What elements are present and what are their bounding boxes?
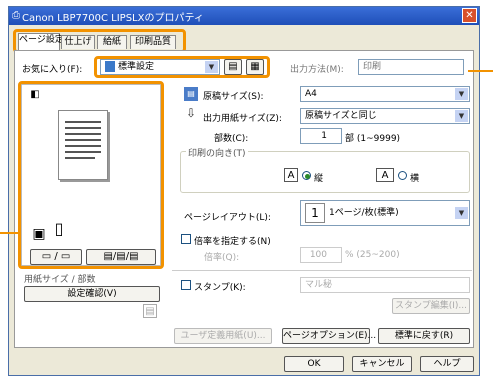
- output-size-icon: ⇩: [185, 106, 197, 120]
- close-icon: ✕: [465, 10, 474, 21]
- copies-label: 部数(C):: [214, 134, 249, 144]
- window-title: Canon LBP7700C LIPSLXのプロパティ: [22, 13, 204, 24]
- edit-stamp-button[interactable]: スタンプ編集(I)...: [392, 298, 470, 314]
- page-size-value: A4: [305, 89, 317, 99]
- output-method-value: 印刷: [363, 62, 382, 72]
- favorites-highlight: [94, 56, 270, 78]
- stamp-checkbox[interactable]: [181, 280, 191, 290]
- settings-list-icon[interactable]: ▤: [143, 304, 157, 318]
- page-layout-label: ページレイアウト(L):: [184, 213, 271, 223]
- preview-highlight: [18, 81, 164, 269]
- output-size-value: 原稿サイズと同じ: [305, 111, 377, 121]
- landscape-label: 横: [410, 174, 420, 184]
- chevron-down-icon: ▼: [455, 110, 468, 122]
- output-size-select[interactable]: 原稿サイズと同じ ▼: [300, 108, 470, 124]
- landscape-icon: A: [376, 168, 394, 182]
- output-size-label: 出力用紙サイズ(Z):: [203, 114, 282, 124]
- scale-stepper[interactable]: 100: [300, 247, 342, 263]
- close-button[interactable]: ✕: [462, 8, 477, 23]
- preview-callout-line: [0, 232, 18, 234]
- portrait-icon: A: [284, 168, 298, 182]
- chevron-down-icon: ▼: [455, 88, 468, 100]
- stamp-value: マル秘: [305, 280, 333, 290]
- scale-unit: % (25~200): [345, 250, 400, 260]
- check-settings-button[interactable]: 設定確認(V): [24, 286, 160, 302]
- output-method-label: 出力方法(M):: [290, 65, 344, 75]
- favorites-label: お気に入り(F):: [22, 65, 83, 75]
- page-options-button[interactable]: ページオプション(E)...: [282, 328, 376, 344]
- ok-button[interactable]: OK: [284, 356, 344, 372]
- page-layout-value: 1ページ/枚(標準): [329, 208, 399, 218]
- left-section-label: 用紙サイズ / 部数: [24, 275, 96, 285]
- custom-paper-button[interactable]: ユーザ定義用紙(U)...: [174, 328, 272, 344]
- help-button[interactable]: ヘルプ: [420, 356, 474, 372]
- output-method-select[interactable]: 印刷: [358, 59, 464, 75]
- landscape-radio[interactable]: [398, 171, 407, 180]
- stamp-label: スタンプ(K):: [194, 283, 246, 293]
- divider: [172, 270, 472, 271]
- portrait-radio[interactable]: [302, 171, 311, 180]
- page-size-icon: ▤: [184, 87, 198, 101]
- scale-value: 100: [309, 250, 327, 260]
- favorites-callout-line: [468, 70, 493, 72]
- printer-icon: ⎙: [12, 10, 20, 21]
- page-size-select[interactable]: A4 ▼: [300, 86, 470, 102]
- manual-scale-label: 倍率を指定する(N): [194, 237, 271, 247]
- scale-label: 倍率(Q):: [204, 253, 240, 263]
- manual-scale-checkbox[interactable]: [181, 234, 191, 244]
- page-layout-number: 1: [305, 202, 325, 223]
- cancel-button[interactable]: キャンセル: [352, 356, 412, 372]
- page-layout-select[interactable]: 1 1ページ/枚(標準) ▼: [300, 200, 470, 226]
- copies-stepper[interactable]: 1: [300, 128, 342, 144]
- stamp-select[interactable]: マル秘: [300, 277, 470, 293]
- chevron-down-icon: ▼: [455, 207, 468, 219]
- restore-defaults-button[interactable]: 標準に戻す(R): [378, 328, 470, 344]
- page-size-label: 原稿サイズ(S):: [203, 92, 264, 102]
- copies-unit: 部 (1~9999): [345, 134, 401, 144]
- orientation-label: 印刷の向き(T): [186, 146, 248, 159]
- portrait-label: 縦: [314, 174, 324, 184]
- copies-value: 1: [321, 131, 327, 141]
